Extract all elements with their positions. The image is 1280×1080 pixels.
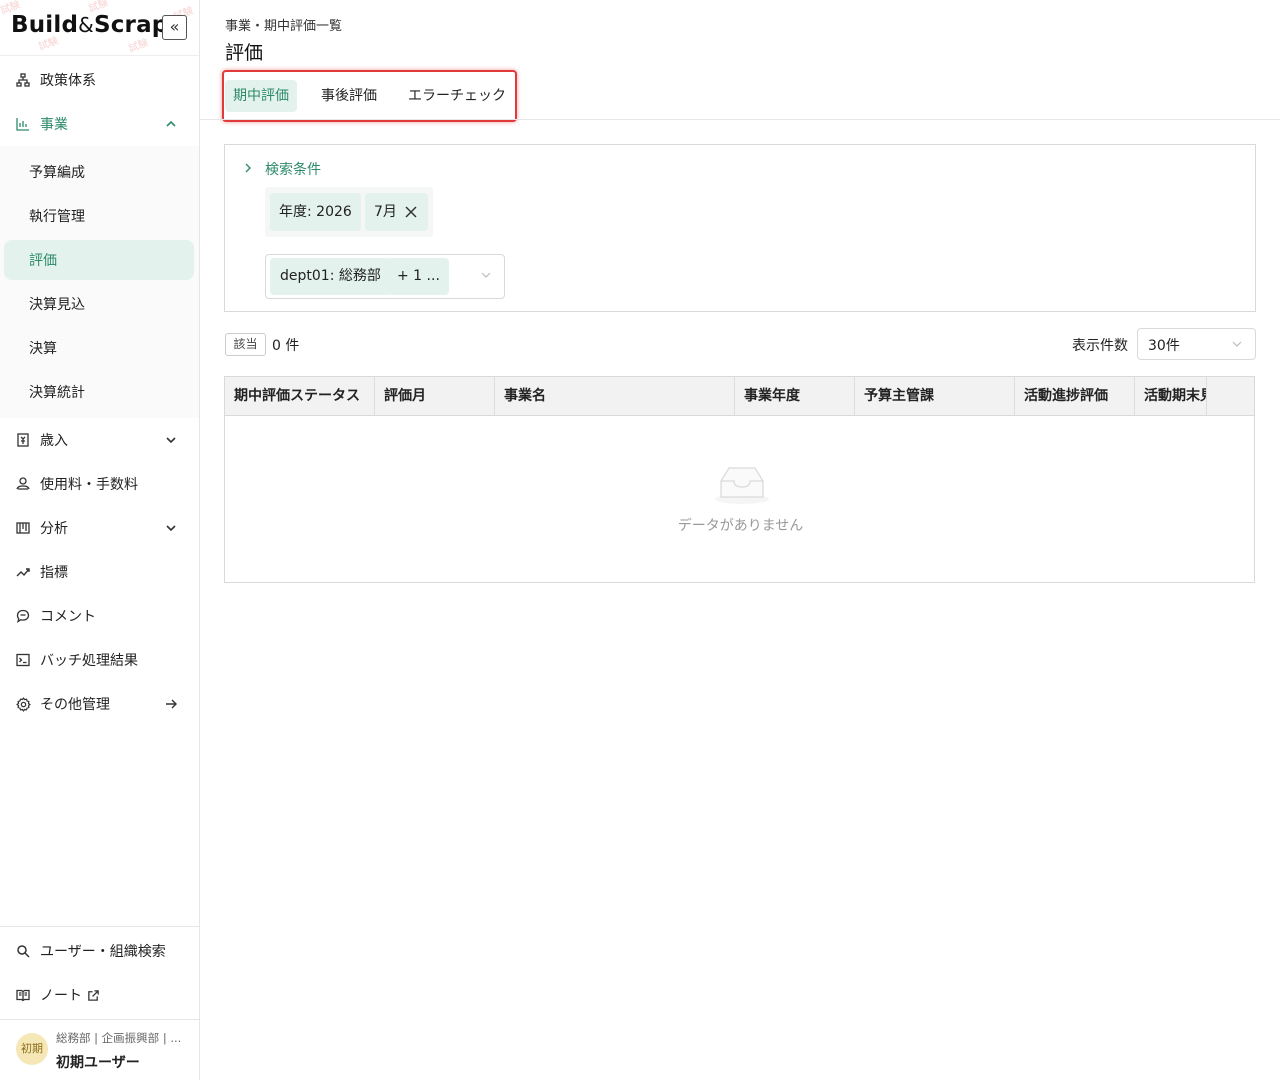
sidebar-item-label: その他管理 — [40, 697, 110, 713]
terminal-icon — [15, 652, 31, 668]
column-header[interactable]: 活動期末見込 — [1135, 377, 1207, 416]
submenu-item-budget[interactable]: 予算編成 — [4, 152, 194, 192]
sidebar-item-notes[interactable]: ノート — [0, 973, 199, 1017]
sidebar-item-label: 使用料・手数料 — [40, 477, 138, 493]
chevron-down-icon[interactable] — [164, 521, 178, 535]
sidebar-item-batch-results[interactable]: バッチ処理結果 — [0, 638, 199, 682]
sidebar-item-revenue[interactable]: 歳入 — [0, 418, 199, 462]
comment-icon — [15, 608, 31, 624]
logo-row: 試験 試験 試験 試験 試験 Build&Scrap « — [0, 0, 199, 56]
submenu-label: 執行管理 — [29, 209, 85, 225]
sidebar-item-analysis[interactable]: 分析 — [0, 506, 199, 550]
user-org: 総務部 | 企画振興部 | ... — [56, 1031, 182, 1045]
department-more-tag[interactable]: + 1 ... — [388, 258, 449, 295]
column-header[interactable]: 活動進捗評価 — [1015, 377, 1135, 416]
filter-chip-year[interactable]: 年度: 2026 — [270, 193, 361, 231]
sidebar-item-other-admin[interactable]: その他管理 — [0, 682, 199, 726]
sidebar-item-comments[interactable]: コメント — [0, 594, 199, 638]
page-size-label: 表示件数 — [1072, 338, 1128, 354]
filter-chip-month[interactable]: 7月 — [365, 193, 428, 231]
submenu-item-forecast[interactable]: 決算見込 — [4, 284, 194, 324]
sidebar: 試験 試験 試験 試験 試験 Build&Scrap « 政策体系 事業 予算編… — [0, 0, 200, 1080]
department-tag: dept01: 総務部 — [270, 258, 391, 295]
chevron-down-icon[interactable] — [1231, 338, 1243, 350]
sidebar-item-policy[interactable]: 政策体系 — [0, 58, 199, 102]
column-header[interactable]: 事業年度 — [735, 377, 855, 416]
tabs-highlight-box — [222, 70, 517, 122]
submenu-item-settlement-stats[interactable]: 決算統計 — [4, 372, 194, 412]
sidebar-item-label: バッチ処理結果 — [40, 653, 138, 669]
table-header: 期中評価ステータス 評価月 事業名 事業年度 予算主管課 活動進捗評価 活動期末… — [225, 377, 1254, 416]
search-icon — [15, 943, 31, 959]
sidebar-item-label: 分析 — [40, 521, 68, 537]
user-profile[interactable]: 初期 総務部 | 企画振興部 | ... 初期ユーザー — [0, 1020, 199, 1080]
empty-inbox-icon — [715, 467, 769, 504]
result-count: 0 件 — [272, 338, 300, 354]
chevron-down-icon[interactable] — [480, 269, 492, 281]
empty-message: データがありません — [677, 518, 804, 534]
sidebar-item-label: 指標 — [40, 565, 68, 581]
column-header[interactable]: 事業名 — [495, 377, 735, 416]
svg-text:試験: 試験 — [127, 36, 150, 55]
chevron-up-icon[interactable] — [164, 117, 178, 131]
column-header[interactable]: 予算主管課 — [855, 377, 1015, 416]
external-link-icon — [88, 989, 99, 1001]
sidebar-item-fees[interactable]: 使用料・手数料 — [0, 462, 199, 506]
trend-icon — [15, 564, 31, 580]
fee-icon — [15, 476, 31, 492]
submenu-item-settlement[interactable]: 決算 — [4, 328, 194, 368]
org-chart-icon — [15, 72, 31, 88]
submenu-label: 予算編成 — [29, 165, 85, 181]
sidebar-item-label: コメント — [40, 609, 96, 625]
sidebar-item-indicators[interactable]: 指標 — [0, 550, 199, 594]
arrow-right-icon[interactable] — [164, 697, 178, 711]
breadcrumb: 事業・期中評価一覧 — [225, 19, 343, 34]
evaluation-table: 期中評価ステータス 評価月 事業名 事業年度 予算主管課 活動進捗評価 活動期末… — [224, 376, 1255, 583]
chevron-down-icon[interactable] — [164, 433, 178, 447]
tabs-divider — [200, 119, 1280, 120]
sidebar-item-label: ユーザー・組織検索 — [40, 944, 166, 960]
submenu-label: 評価 — [29, 253, 57, 269]
submenu-label: 決算 — [29, 341, 57, 357]
divider — [0, 926, 199, 927]
submenu-label: 決算見込 — [29, 297, 85, 313]
sidebar-item-label: 事業 — [40, 117, 68, 133]
close-icon[interactable] — [404, 205, 418, 219]
submenu-item-execution[interactable]: 執行管理 — [4, 196, 194, 236]
page-title: 評価 — [225, 42, 264, 64]
app-logo[interactable]: Build&Scrap — [11, 12, 168, 38]
sidebar-item-label: ノート — [40, 988, 82, 1004]
sidebar-item-business[interactable]: 事業 — [0, 102, 199, 146]
search-conditions-toggle[interactable]: 検索条件 — [265, 159, 321, 179]
analysis-icon — [15, 520, 31, 536]
column-header[interactable]: 評価月 — [375, 377, 495, 416]
gear-icon — [15, 696, 31, 712]
count-badge: 該当 — [225, 333, 266, 356]
bar-chart-icon — [15, 116, 31, 132]
collapse-sidebar-button[interactable]: « — [162, 15, 187, 40]
submenu-item-evaluation[interactable]: 評価 — [4, 240, 194, 280]
sidebar-item-user-search[interactable]: ユーザー・組織検索 — [0, 929, 199, 973]
sidebar-item-label: 政策体系 — [40, 73, 96, 89]
column-header[interactable]: 期中評価ステータス — [225, 377, 375, 416]
user-name: 初期ユーザー — [56, 1055, 140, 1071]
filter-chip-label: 7月 — [374, 204, 397, 220]
avatar: 初期 — [16, 1033, 48, 1065]
revenue-icon — [15, 432, 31, 448]
page-size-value: 30件 — [1148, 338, 1180, 354]
chevron-right-icon[interactable] — [242, 162, 254, 174]
book-icon — [15, 987, 31, 1003]
submenu-label: 決算統計 — [29, 385, 85, 401]
sidebar-item-label: 歳入 — [40, 433, 68, 449]
